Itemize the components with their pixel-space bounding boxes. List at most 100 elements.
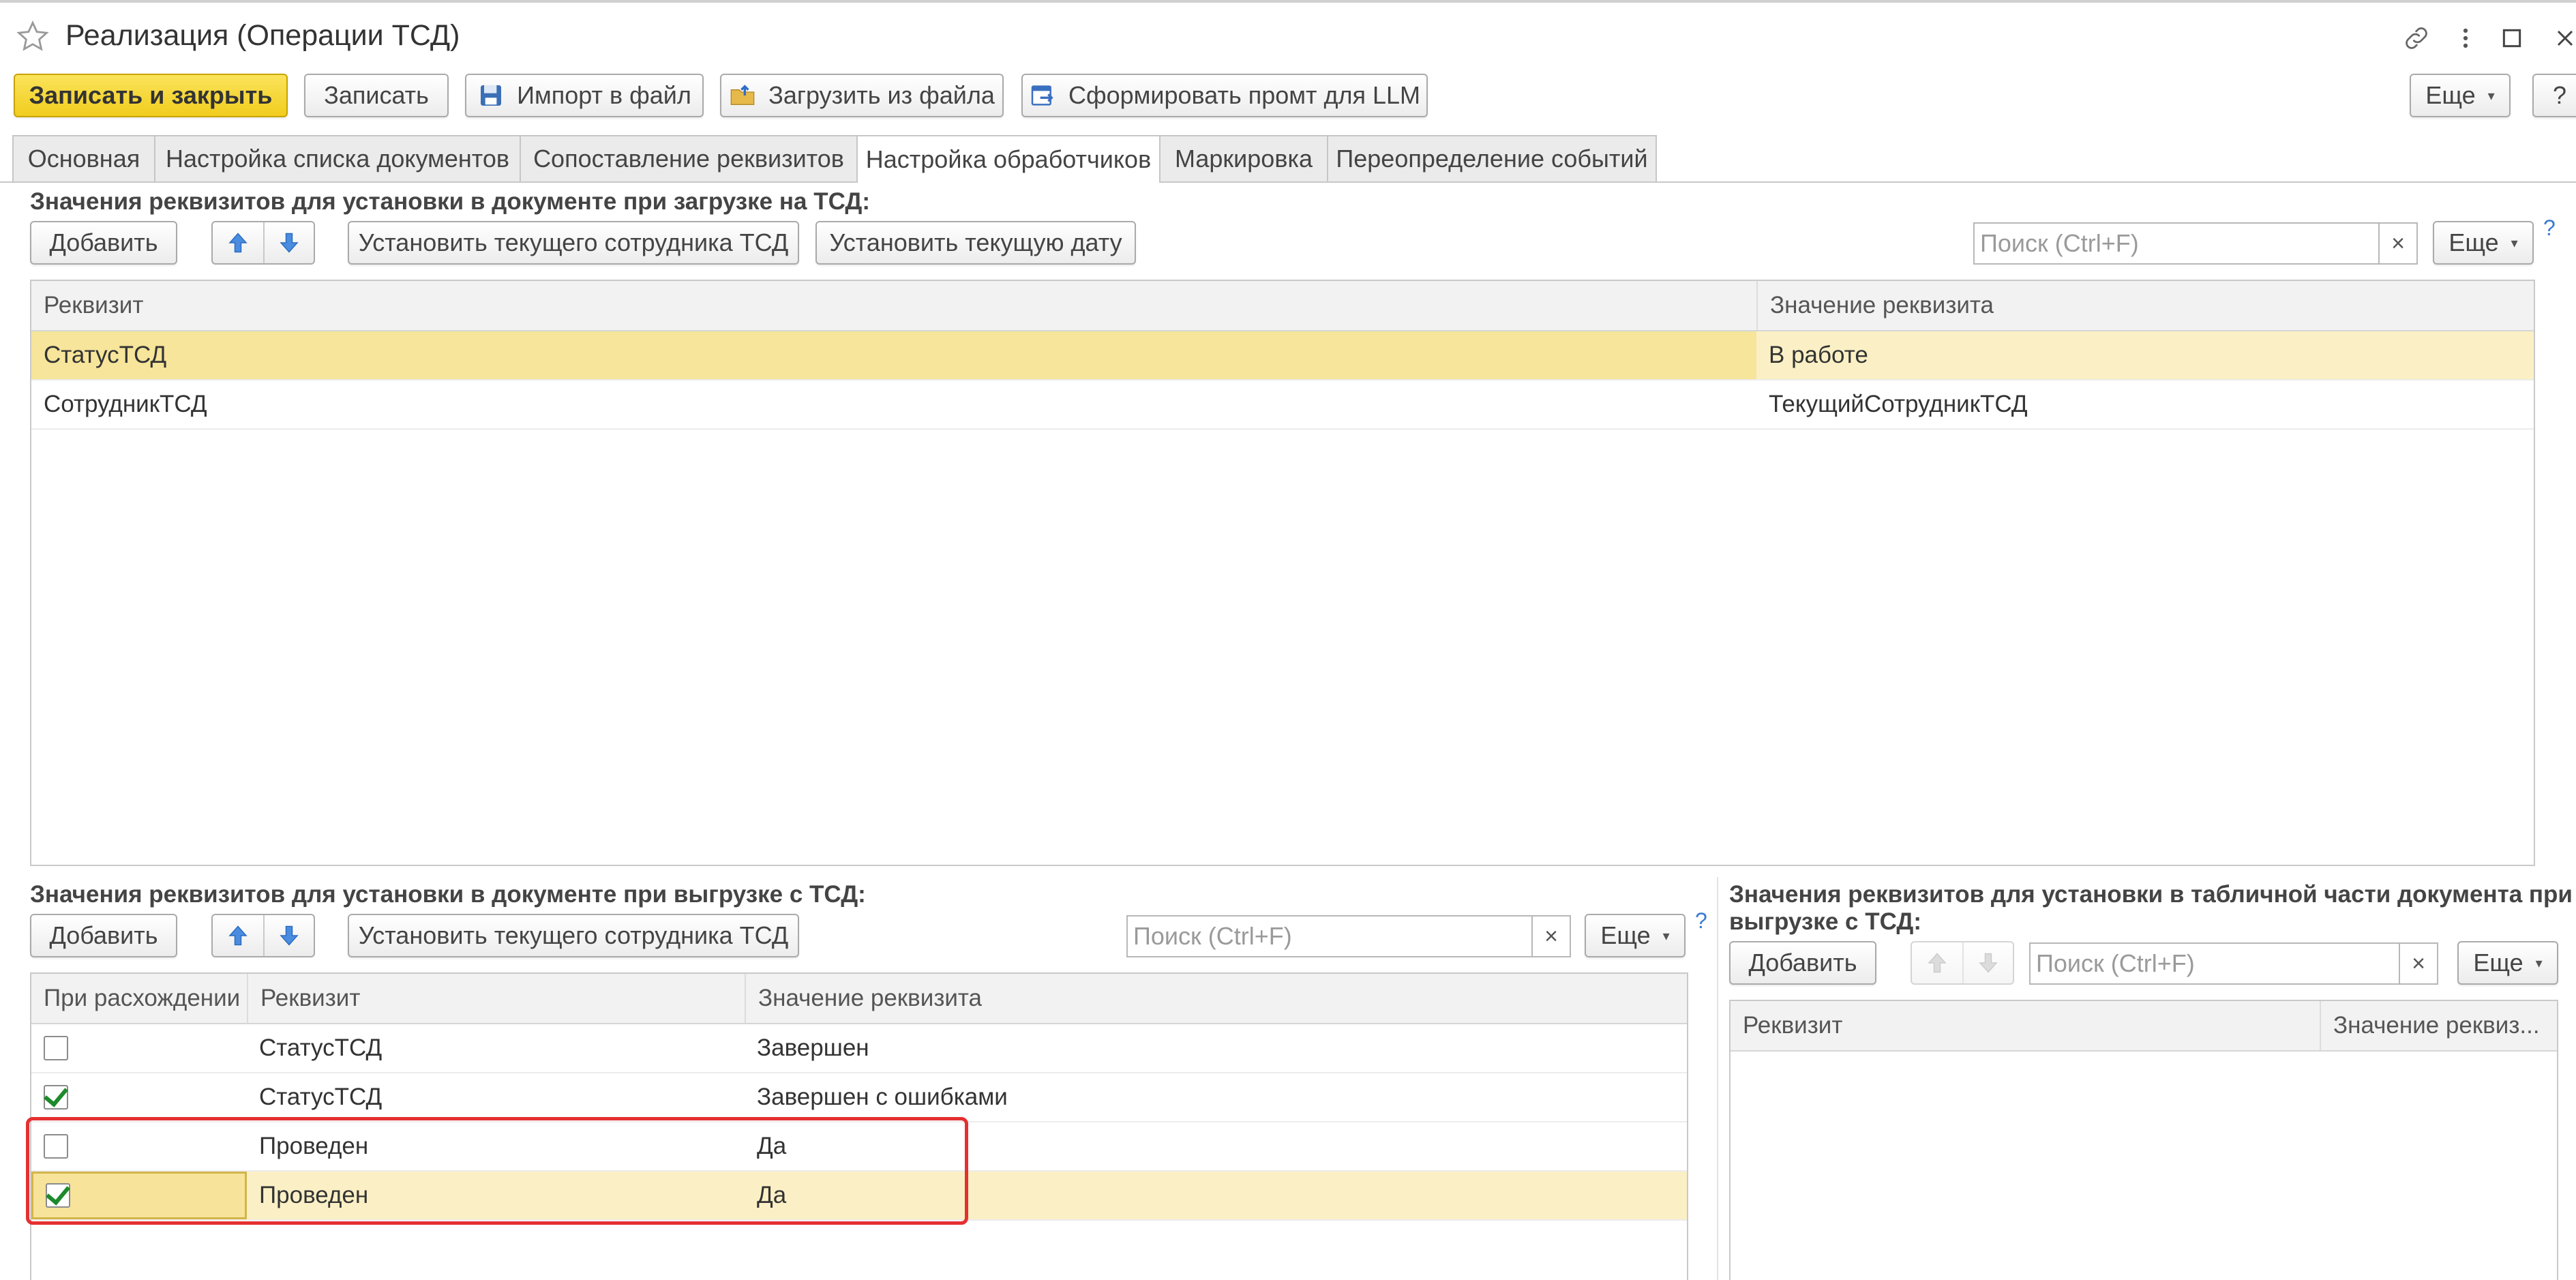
table-row[interactable]: СтатусТСД В работе — [31, 331, 2534, 381]
cell-on-discrepancy[interactable] — [31, 1024, 247, 1072]
help-button[interactable]: ? — [2532, 74, 2576, 117]
import-to-file-button[interactable]: Импорт в файл — [465, 74, 704, 117]
cell-value[interactable]: Да — [745, 1122, 786, 1170]
download-search-field[interactable]: × — [1126, 915, 1571, 957]
table-more-button[interactable]: Еще ▾ — [2457, 941, 2558, 985]
column-header-attribute[interactable]: Реквизит — [1731, 1001, 2320, 1050]
move-down-icon[interactable] — [263, 915, 314, 956]
column-header-value[interactable]: Значение реквизита — [1756, 281, 2534, 330]
download-attributes-table: При расхождении Реквизит Значение реквиз… — [30, 972, 1688, 1280]
upload-attributes-table: Реквизит Значение реквизита СтатусТСД В … — [30, 280, 2535, 866]
dropdown-arrow-icon: ▾ — [2487, 88, 2495, 104]
tab-attribute-mapping[interactable]: Сопоставление реквизитов — [520, 135, 858, 181]
more-label: Еще — [2425, 81, 2476, 109]
move-down-icon[interactable] — [263, 222, 314, 263]
download-add-button[interactable]: Добавить — [30, 914, 177, 957]
cell-value[interactable]: В работе — [1756, 331, 1868, 379]
section-divider — [1717, 877, 1718, 1280]
load-from-file-button[interactable]: Загрузить из файла — [720, 74, 1004, 117]
close-icon[interactable] — [2549, 22, 2576, 55]
table-row[interactable]: СтатусТСД Завершен с ошибками — [31, 1073, 1687, 1122]
title-bar: Реализация (Операции ТСД) — [0, 3, 2576, 71]
column-header-value[interactable]: Значение реквизита — [745, 974, 1687, 1023]
tab-document-list-settings[interactable]: Настройка списка документов — [154, 135, 521, 181]
table-header: Реквизит Значение реквизита — [31, 281, 2534, 331]
more-vertical-icon[interactable] — [2449, 22, 2482, 55]
upload-help-icon[interactable]: ? — [2543, 215, 2556, 241]
cell-attribute[interactable]: СтатусТСД — [247, 1024, 382, 1072]
download-more-button[interactable]: Еще ▾ — [1585, 914, 1686, 957]
cell-value[interactable]: Да — [745, 1172, 786, 1219]
table-part-attributes-table: Реквизит Значение реквиз... — [1729, 1000, 2558, 1280]
tab-marking[interactable]: Маркировка — [1159, 135, 1328, 181]
discrepancy-checkbox-checked[interactable] — [46, 1183, 70, 1208]
cell-value[interactable]: Завершен с ошибками — [745, 1073, 1008, 1121]
download-set-employee-button[interactable]: Установить текущего сотрудника ТСД — [348, 914, 799, 957]
discrepancy-checkbox[interactable] — [44, 1036, 68, 1060]
generate-llm-prompt-button[interactable]: Сформировать промт для LLM — [1021, 74, 1428, 117]
upload-more-button[interactable]: Еще ▾ — [2433, 221, 2534, 265]
save-button[interactable]: Записать — [304, 74, 449, 117]
download-section-title: Значения реквизитов для установки в доку… — [30, 881, 866, 908]
table-search-field[interactable]: × — [2029, 942, 2438, 985]
table-row[interactable]: Проведен Да — [31, 1122, 1687, 1172]
upload-search-clear-icon[interactable]: × — [2378, 224, 2416, 263]
cell-attribute[interactable]: СтатусТСД — [31, 331, 1756, 379]
download-move-buttons — [211, 914, 315, 957]
cell-on-discrepancy[interactable] — [31, 1172, 247, 1219]
maximize-icon[interactable] — [2496, 22, 2528, 55]
link-icon[interactable] — [2400, 22, 2433, 55]
cell-attribute[interactable]: Проведен — [247, 1122, 368, 1170]
table-row[interactable]: СтатусТСД Завершен — [31, 1024, 1687, 1073]
dropdown-arrow-icon: ▾ — [2535, 955, 2543, 971]
upload-search-field[interactable]: × — [1973, 222, 2418, 265]
cell-value[interactable]: Завершен — [745, 1024, 869, 1072]
upload-more-label: Еще — [2448, 228, 2499, 256]
cell-attribute[interactable]: СтатусТСД — [247, 1073, 382, 1121]
table-row[interactable]: СотрудникТСД ТекущийСотрудникТСД — [31, 381, 2534, 430]
upload-add-button[interactable]: Добавить — [30, 221, 177, 265]
move-up-icon[interactable] — [213, 915, 263, 956]
move-up-icon — [1912, 942, 1962, 983]
download-help-icon[interactable]: ? — [1695, 908, 1707, 934]
cell-value[interactable]: ТекущийСотрудникТСД — [1756, 381, 2028, 428]
download-search-clear-icon[interactable]: × — [1531, 917, 1570, 956]
table-search-clear-icon[interactable]: × — [2399, 944, 2437, 983]
table-search-input[interactable] — [2031, 944, 2399, 983]
table-header: Реквизит Значение реквиз... — [1731, 1001, 2557, 1052]
form-arrow-icon — [1031, 85, 1053, 106]
cell-attribute[interactable]: Проведен — [247, 1172, 368, 1219]
discrepancy-checkbox[interactable] — [44, 1134, 68, 1159]
move-up-icon[interactable] — [213, 222, 263, 263]
dropdown-arrow-icon: ▾ — [1662, 928, 1670, 944]
discrepancy-checkbox-checked[interactable] — [44, 1085, 68, 1110]
table-header: При расхождении Реквизит Значение реквиз… — [31, 974, 1687, 1024]
cell-on-discrepancy[interactable] — [31, 1122, 247, 1170]
table-section-title-line2: выгрузке с ТСД: — [1729, 908, 1921, 935]
favorite-star-icon[interactable] — [15, 19, 50, 55]
column-header-on-discrepancy[interactable]: При расхождении — [31, 974, 247, 1023]
set-current-date-button[interactable]: Установить текущую дату — [815, 221, 1136, 265]
column-header-attribute[interactable]: Реквизит — [31, 281, 1756, 330]
tab-handlers-settings[interactable]: Настройка обработчиков — [856, 135, 1160, 183]
download-search-input[interactable] — [1128, 917, 1531, 956]
upload-move-buttons — [211, 221, 315, 265]
save-and-close-button[interactable]: Записать и закрыть — [14, 74, 288, 117]
download-more-label: Еще — [1600, 921, 1651, 949]
generate-llm-prompt-label: Сформировать промт для LLM — [1068, 81, 1421, 109]
cell-on-discrepancy[interactable] — [31, 1073, 247, 1121]
more-button[interactable]: Еще ▾ — [2410, 74, 2511, 117]
import-to-file-label: Импорт в файл — [517, 81, 691, 109]
column-header-attribute[interactable]: Реквизит — [247, 974, 745, 1023]
upload-set-employee-button[interactable]: Установить текущего сотрудника ТСД — [348, 221, 799, 265]
tab-event-overrides[interactable]: Переопределение событий — [1327, 135, 1657, 181]
tab-main[interactable]: Основная — [12, 135, 155, 181]
upload-search-input[interactable] — [1975, 224, 2378, 263]
load-from-file-label: Загрузить из файла — [768, 81, 995, 109]
cell-attribute[interactable]: СотрудникТСД — [31, 381, 207, 428]
dropdown-arrow-icon: ▾ — [2511, 235, 2518, 251]
table-row[interactable]: Проведен Да — [31, 1172, 1687, 1221]
table-section-title-line1: Значения реквизитов для установки в табл… — [1729, 881, 2573, 908]
column-header-value[interactable]: Значение реквиз... — [2320, 1001, 2557, 1050]
table-add-button[interactable]: Добавить — [1729, 941, 1876, 985]
